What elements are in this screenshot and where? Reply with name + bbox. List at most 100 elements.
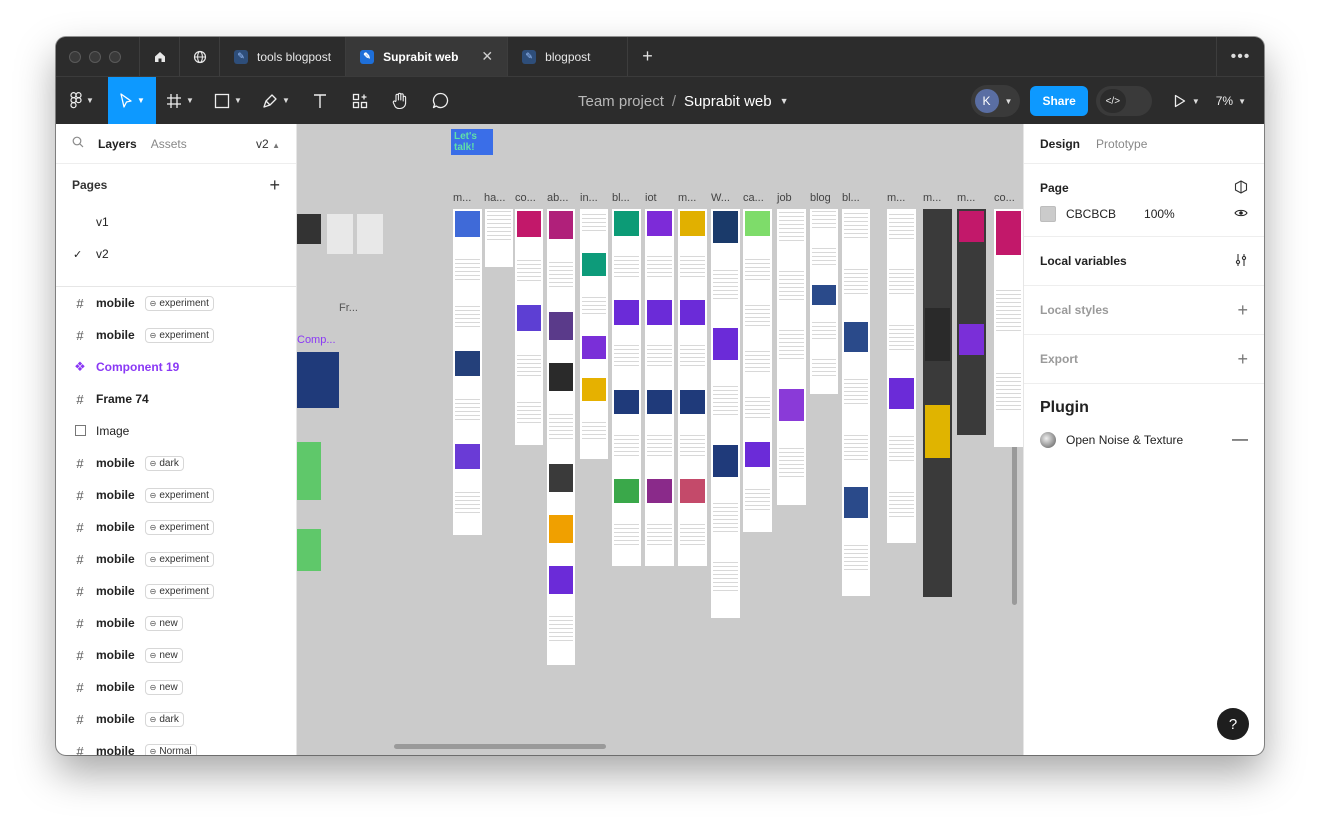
frame-label[interactable]: m... — [453, 192, 471, 204]
search-icon[interactable] — [72, 136, 84, 151]
layer-item[interactable]: # mobile ⊖ experiment — [56, 543, 296, 575]
mobile-frame-thumbnail[interactable] — [645, 209, 674, 566]
comment-tool-button[interactable] — [420, 77, 460, 125]
mobile-frame-thumbnail[interactable] — [453, 209, 482, 535]
move-tool-button[interactable]: ▼ — [108, 76, 156, 125]
mobile-frame-thumbnail[interactable] — [612, 209, 641, 566]
mobile-frame-thumbnail[interactable] — [485, 209, 513, 267]
file-title[interactable]: Team project / Suprabit web ▼ — [578, 77, 789, 125]
add-style-icon[interactable]: + — [1237, 300, 1248, 321]
pen-tool-button[interactable]: ▼ — [252, 77, 300, 125]
frame-label[interactable]: co... — [994, 192, 1015, 204]
layer-item[interactable]: # mobile ⊖ dark — [56, 447, 296, 479]
layer-item[interactable]: # mobile ⊖ dark — [56, 703, 296, 735]
main-menu-button[interactable]: ▼ — [56, 77, 108, 125]
layer-item[interactable]: # mobile ⊖ experiment — [56, 575, 296, 607]
layer-item[interactable]: # mobile ⊖ new — [56, 607, 296, 639]
color-swatch[interactable] — [1040, 206, 1056, 222]
canvas-element[interactable] — [297, 442, 321, 500]
mobile-frame-thumbnail[interactable] — [887, 209, 916, 543]
tab-blogpost[interactable]: ✎ blogpost — [507, 37, 628, 76]
frame-label[interactable]: bl... — [842, 192, 860, 204]
lets-talk-card[interactable]: Let's talk! — [451, 129, 493, 155]
close-tab-icon[interactable]: ✕ — [481, 48, 493, 65]
layer-item[interactable]: # mobile ⊖ Normal — [56, 735, 296, 755]
frame-label[interactable]: Fr... — [339, 302, 358, 314]
canvas-element[interactable] — [357, 214, 383, 254]
frame-label[interactable]: bl... — [612, 192, 630, 204]
frame-label[interactable]: iot — [645, 192, 657, 204]
mobile-frame-thumbnail[interactable] — [810, 209, 838, 394]
mobile-frame-thumbnail[interactable] — [777, 209, 806, 505]
layer-item[interactable]: # mobile ⊖ experiment — [56, 479, 296, 511]
page-switcher[interactable]: v2 ▲ — [256, 137, 280, 151]
zoom-menu[interactable]: 7% ▼ — [1216, 94, 1246, 108]
layer-item[interactable]: ❖ Component 19 — [56, 351, 296, 383]
share-button[interactable]: Share — [1030, 86, 1088, 116]
mobile-frame-thumbnail[interactable] — [743, 209, 772, 532]
component-label[interactable]: Comp... — [297, 334, 336, 346]
frame-label[interactable]: co... — [515, 192, 536, 204]
tab-prototype[interactable]: Prototype — [1096, 137, 1147, 151]
layer-item[interactable]: Image — [56, 415, 296, 447]
mobile-frame-thumbnail[interactable] — [547, 209, 575, 665]
new-tab-icon[interactable]: + — [628, 46, 668, 67]
canvas-element[interactable] — [297, 529, 321, 571]
mobile-frame-thumbnail[interactable] — [678, 209, 707, 566]
file-name[interactable]: Suprabit web — [684, 93, 772, 110]
dev-mode-toggle[interactable]: </> — [1095, 86, 1152, 116]
layer-item[interactable]: # mobile ⊖ experiment — [56, 319, 296, 351]
tab-suprabit-web[interactable]: ✎ Suprabit web ✕ — [345, 37, 508, 76]
add-export-icon[interactable]: + — [1237, 349, 1248, 370]
tab-design[interactable]: Design — [1040, 137, 1080, 151]
frame-label[interactable]: m... — [923, 192, 941, 204]
close-window-button[interactable] — [69, 50, 81, 63]
frame-label[interactable]: blog — [810, 192, 831, 204]
frame-label[interactable]: m... — [678, 192, 696, 204]
plugin-item[interactable]: Open Noise & Texture — — [1024, 424, 1264, 456]
present-button[interactable]: ▼ — [1174, 94, 1200, 108]
help-button[interactable]: ? — [1217, 708, 1249, 740]
more-options-icon[interactable]: ••• — [1216, 37, 1264, 76]
avatar[interactable]: K — [974, 89, 999, 113]
hand-tool-button[interactable] — [380, 77, 420, 125]
page-item-v2[interactable]: ✓ v2 — [56, 238, 296, 270]
mobile-frame-thumbnail[interactable] — [580, 209, 608, 459]
frame-label[interactable]: job — [777, 192, 792, 204]
local-variables-header[interactable]: Local variables — [1040, 237, 1248, 285]
home-icon[interactable] — [139, 37, 179, 76]
canvas[interactable]: m... ha... co... ab... in... bl... iot m... W...… — [297, 124, 1023, 755]
page-color-hex[interactable]: CBCBCB — [1066, 207, 1116, 221]
canvas-element[interactable] — [297, 352, 339, 408]
eye-icon[interactable] — [1234, 207, 1248, 221]
mobile-frame-thumbnail[interactable] — [957, 209, 986, 435]
layer-item[interactable]: # mobile ⊖ new — [56, 639, 296, 671]
page-fill-row[interactable]: CBCBCB 100% — [1040, 204, 1248, 224]
color-mode-icon[interactable] — [1234, 179, 1248, 197]
frame-label[interactable]: m... — [887, 192, 905, 204]
mobile-frame-thumbnail[interactable] — [923, 209, 952, 597]
layer-item[interactable]: # mobile ⊖ experiment — [56, 287, 296, 319]
zoom-window-button[interactable] — [109, 50, 121, 63]
canvas-element[interactable] — [297, 214, 321, 244]
frame-label[interactable]: ab... — [547, 192, 568, 204]
sliders-icon[interactable] — [1234, 253, 1248, 270]
horizontal-scrollbar[interactable] — [394, 744, 606, 749]
mobile-frame-thumbnail[interactable] — [515, 209, 543, 445]
local-variables-section[interactable]: Local variables — [1024, 237, 1264, 286]
mobile-frame-thumbnail[interactable] — [994, 209, 1023, 447]
layer-item[interactable]: # mobile ⊖ new — [56, 671, 296, 703]
layer-item[interactable]: # mobile ⊖ experiment — [56, 511, 296, 543]
add-page-icon[interactable]: + — [269, 175, 280, 196]
frame-label[interactable]: ca... — [743, 192, 764, 204]
tab-layers[interactable]: Layers — [98, 137, 137, 151]
frame-label[interactable]: in... — [580, 192, 598, 204]
project-name[interactable]: Team project — [578, 93, 664, 110]
page-opacity[interactable]: 100% — [1144, 207, 1175, 221]
page-item-v1[interactable]: v1 — [56, 206, 296, 238]
text-tool-button[interactable] — [300, 77, 340, 125]
frame-label[interactable]: W... — [711, 192, 730, 204]
frame-label[interactable]: m... — [957, 192, 975, 204]
chevron-down-icon[interactable]: ▼ — [780, 96, 789, 106]
mobile-frame-thumbnail[interactable] — [842, 209, 870, 596]
